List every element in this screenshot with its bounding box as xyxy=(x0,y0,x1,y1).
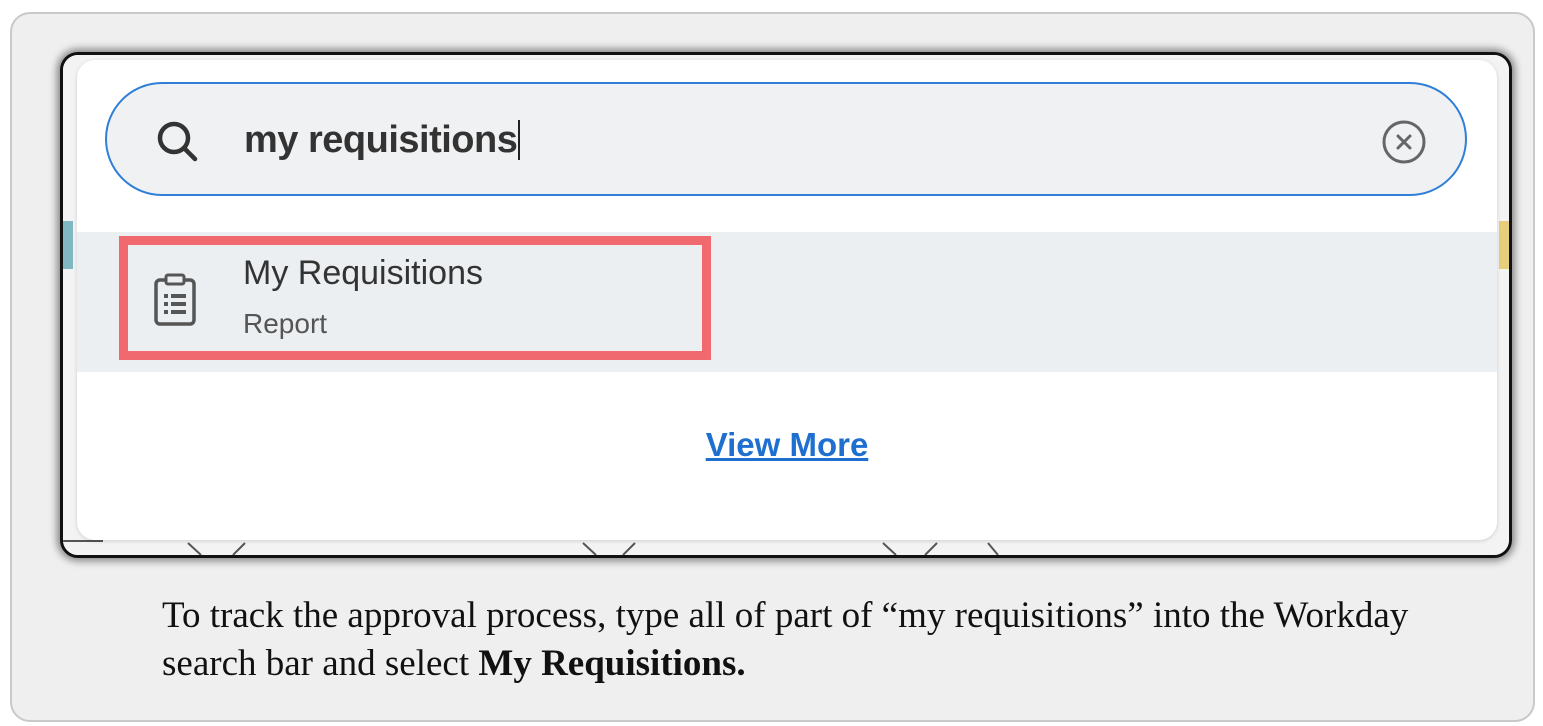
view-more-link[interactable]: View More xyxy=(77,426,1497,464)
search-dropdown-panel: my requisitions My Requisitions Report V… xyxy=(77,60,1497,540)
report-clipboard-icon xyxy=(154,273,196,326)
tutorial-card: my requisitions My Requisitions Report V… xyxy=(10,12,1535,722)
search-input[interactable]: my requisitions xyxy=(244,116,521,164)
instruction-caption: To track the approval process, type all … xyxy=(162,592,1442,688)
result-type: Report xyxy=(243,308,328,339)
search-bar[interactable]: my requisitions xyxy=(105,82,1467,196)
caption-text: To track the approval process, type all … xyxy=(162,595,1409,684)
text-caret xyxy=(518,120,521,160)
workday-screenshot: my requisitions My Requisitions Report V… xyxy=(60,52,1512,558)
search-icon xyxy=(157,121,198,162)
caption-bold-text: My Requisitions. xyxy=(478,643,746,684)
result-title: My Requisitions xyxy=(243,254,483,292)
background-tile-left xyxy=(63,221,73,269)
clear-circle-icon[interactable] xyxy=(1379,117,1429,167)
background-tile-right xyxy=(1499,221,1509,269)
search-input-value: my requisitions xyxy=(244,119,518,161)
search-result-my-requisitions[interactable]: My Requisitions Report xyxy=(77,232,1497,372)
